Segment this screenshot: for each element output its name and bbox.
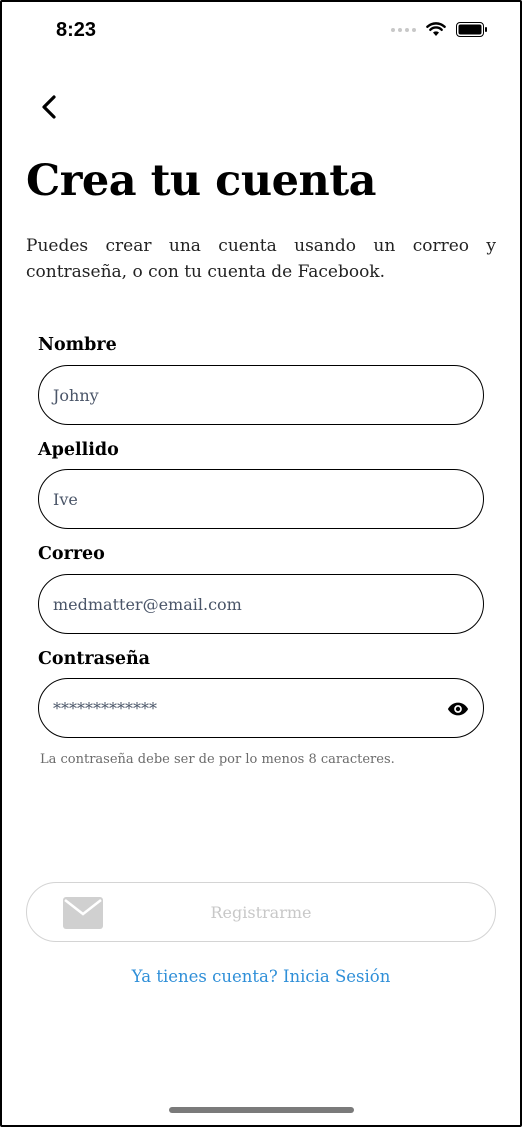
status-icons	[391, 22, 488, 37]
battery-icon	[456, 22, 487, 37]
apellido-label: Apellido	[38, 440, 119, 460]
register-button[interactable]: Registrarme	[26, 882, 496, 942]
correo-value: medmatter@email.com	[53, 594, 242, 614]
cellular-signal-icon	[391, 27, 416, 32]
status-time: 8:23	[56, 19, 97, 41]
register-label: Registrarme	[210, 902, 312, 922]
apellido-value: Ive	[53, 489, 78, 509]
chevron-left-icon	[42, 95, 56, 119]
contrasena-field[interactable]: *************	[38, 678, 484, 738]
login-link[interactable]: Ya tienes cuenta? Inicia Sesión	[0, 967, 522, 986]
page-subtitle: Puedes crear una cuenta usando un correo…	[26, 236, 496, 282]
nombre-field[interactable]: Johny	[38, 365, 484, 425]
password-hint: La contraseña debe ser de por lo menos 8…	[40, 752, 395, 767]
correo-field[interactable]: medmatter@email.com	[38, 574, 484, 634]
nombre-label: Nombre	[38, 335, 117, 355]
nombre-value: Johny	[53, 385, 99, 405]
home-indicator[interactable]	[169, 1107, 354, 1113]
mail-icon	[63, 897, 103, 929]
contrasena-value: *************	[53, 698, 157, 718]
back-button[interactable]	[38, 93, 62, 121]
page-title: Crea tu cuenta	[26, 156, 376, 206]
wifi-icon	[426, 22, 446, 36]
contrasena-label: Contraseña	[38, 649, 151, 669]
apellido-field[interactable]: Ive	[38, 469, 484, 529]
eye-icon[interactable]	[447, 698, 469, 720]
correo-label: Correo	[38, 544, 105, 564]
